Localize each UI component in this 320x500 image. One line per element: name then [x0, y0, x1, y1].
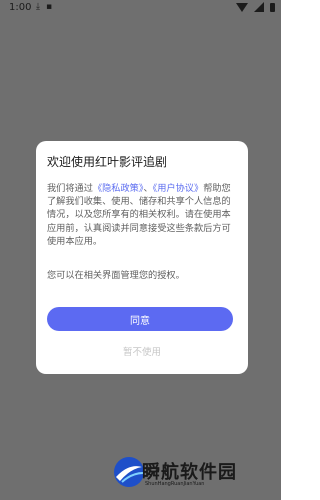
dialog-title: 欢迎使用红叶影评追剧	[47, 155, 168, 169]
dialog-note: 您可以在相关界面管理您的授权。	[47, 270, 185, 281]
decline-button[interactable]: 暂不使用	[36, 344, 248, 358]
body-prefix: 我们将通过	[47, 183, 93, 194]
watermark-logo-icon	[114, 457, 144, 487]
status-icons-right	[236, 2, 275, 12]
watermark-subtitle: ShunHangRuanJianYuan	[145, 481, 205, 487]
watermark: 瞬航软件园 ShunHangRuanJianYuan	[112, 455, 242, 495]
signal-icon	[254, 2, 264, 12]
notification-icon: ▪	[45, 2, 53, 12]
status-time: 1:00	[9, 2, 32, 13]
screen: 1:00 ⤓ ▪ 欢迎使用红叶影评追剧 我们将通过《隐私政策》、《用户协议》帮助…	[0, 0, 281, 500]
privacy-dialog: 欢迎使用红叶影评追剧 我们将通过《隐私政策》、《用户协议》帮助您了解我们收集、使…	[36, 141, 248, 374]
battery-icon	[270, 2, 275, 12]
download-icon: ⤓	[36, 2, 40, 12]
dialog-body: 我们将通过《隐私政策》、《用户协议》帮助您了解我们收集、使用、储存和共享个人信息…	[47, 182, 239, 248]
status-bar: 1:00 ⤓ ▪	[0, 0, 281, 16]
status-icons-left: ⤓ ▪	[36, 2, 52, 12]
body-separator: 、	[143, 183, 153, 194]
wifi-icon	[236, 2, 248, 12]
agree-button[interactable]: 同意	[47, 307, 233, 331]
privacy-policy-link[interactable]: 《隐私政策》	[93, 183, 144, 194]
user-agreement-link[interactable]: 《用户协议》	[153, 183, 204, 194]
